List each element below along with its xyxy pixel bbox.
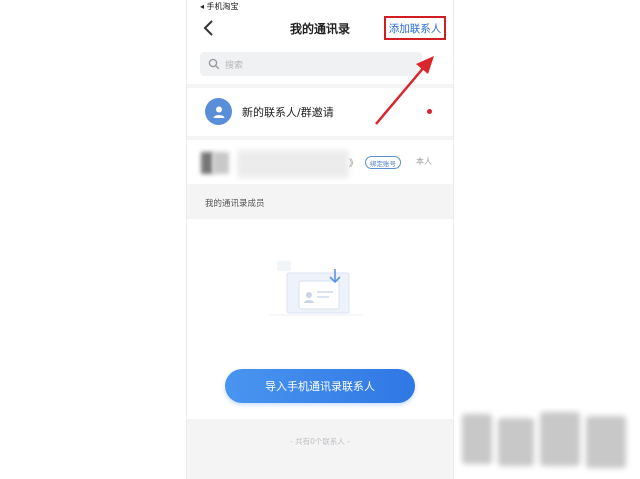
watermark-blur [462,412,626,468]
notification-dot [427,109,432,114]
self-tag: 本人 [416,157,432,166]
nav-bar: 我的通讯录 添加联系人 [187,12,453,44]
status-bar: ◂ 手机淘宝 [187,0,453,12]
contact-avatar-icon [205,98,232,125]
blurred-avatar [201,152,213,174]
contact-count: - 共有0个联系人 - [290,437,350,446]
blurred-avatar-edge [213,152,229,174]
self-contact-row[interactable]: 》 绑定账号 本人 [187,140,453,184]
contacts-list-empty: 导入手机通讯录联系人 [187,219,453,419]
blurred-name [237,150,349,178]
self-name-tail: 》 [349,159,359,169]
screenshot-page: ◂ 手机淘宝 我的通讯录 添加联系人 搜索 新的联系人/群邀请 》 绑定账号 本… [0,0,640,479]
empty-contacts-illustration [269,261,363,316]
import-contacts-button[interactable]: 导入手机通讯录联系人 [225,369,415,403]
search-placeholder: 搜索 [225,60,244,71]
section-header: 我的通讯录成员 [205,199,265,209]
new-contacts-label: 新的联系人/群邀请 [242,106,334,119]
add-contact-button[interactable]: 添加联系人 [384,16,446,40]
back-icon[interactable] [201,18,217,38]
new-contacts-row[interactable]: 新的联系人/群邀请 [187,88,453,136]
search-input[interactable]: 搜索 [200,52,422,76]
search-section: 搜索 [187,44,453,84]
phone-screen: ◂ 手机淘宝 我的通讯录 添加联系人 搜索 新的联系人/群邀请 》 绑定账号 本… [186,0,454,479]
search-icon [208,58,220,70]
bind-account-badge[interactable]: 绑定账号 [365,156,401,169]
status-carrier: ◂ 手机淘宝 [200,1,239,11]
